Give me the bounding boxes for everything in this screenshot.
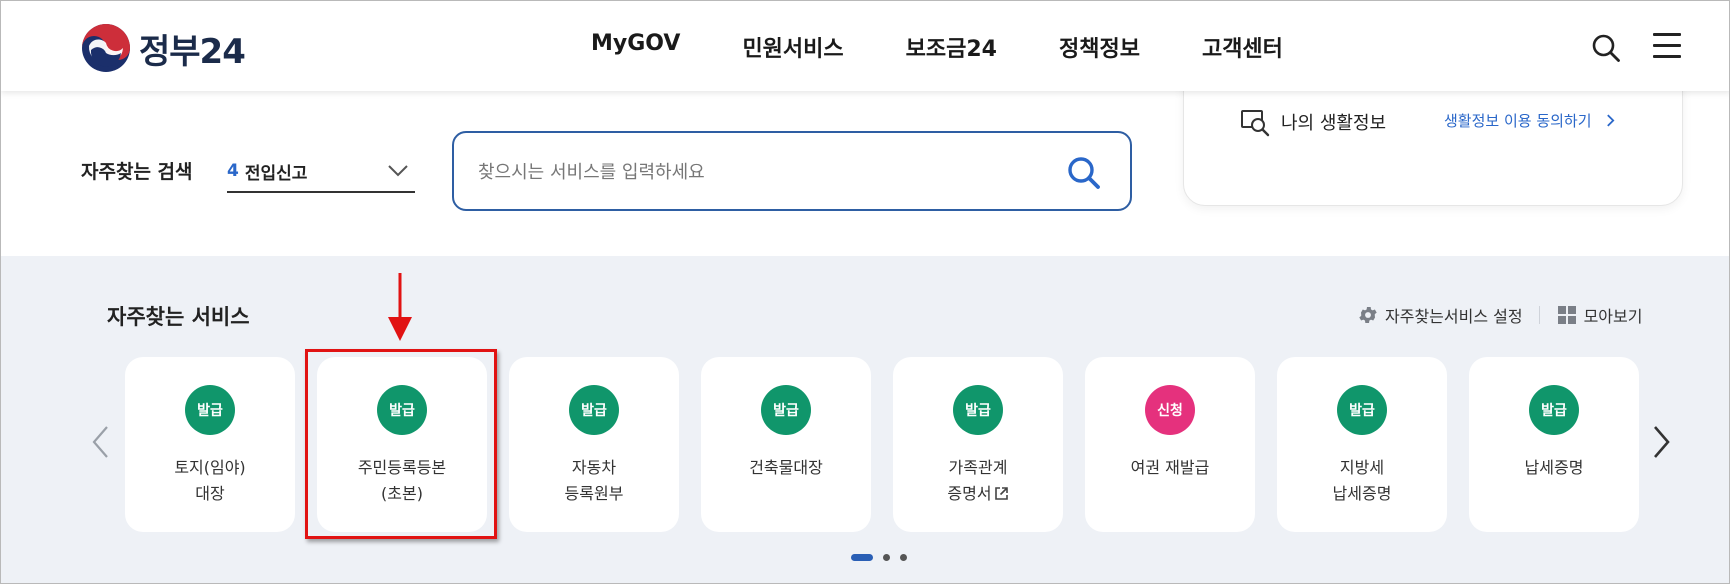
service-card-land-register[interactable]: 발급 토지(임야) 대장 (125, 357, 295, 532)
issue-badge: 발급 (1337, 385, 1387, 435)
hamburger-menu-icon[interactable] (1653, 33, 1681, 61)
service-card-vehicle-register[interactable]: 발급 자동차 등록원부 (509, 357, 679, 532)
issue-badge: 발급 (185, 385, 235, 435)
nav-policy-info[interactable]: 정책정보 (1059, 31, 1140, 63)
service-card-local-tax-certificate[interactable]: 발급 지방세 납세증명 (1277, 357, 1447, 532)
life-info-consent-label: 생활정보 이용 동의하기 (1444, 112, 1592, 130)
service-search-input[interactable] (478, 155, 1038, 189)
chevron-down-icon (388, 165, 408, 177)
service-name: 자동차 등록원부 (564, 458, 624, 503)
red-highlight-box (305, 349, 497, 539)
carousel-dot-3[interactable] (900, 554, 907, 561)
favorite-search-label: 자주찾는 검색 (81, 161, 193, 183)
issue-badge: 발급 (569, 385, 619, 435)
search-submit-icon[interactable] (1066, 155, 1102, 191)
view-all-button[interactable]: 모아보기 (1556, 303, 1643, 327)
service-name: 건축물대장 (749, 458, 823, 477)
service-name: 토지(임야) 대장 (174, 458, 246, 503)
main-nav: MyGOV 민원서비스 보조금24 정책정보 고객센터 (591, 31, 1283, 63)
service-card-tax-certificate[interactable]: 발급 납세증명 (1469, 357, 1639, 532)
service-search-box (452, 131, 1132, 211)
services-tools: 자주찾는서비스 설정 모아보기 (1357, 303, 1642, 327)
service-card-building-register[interactable]: 발급 건축물대장 (701, 357, 871, 532)
life-info-consent-link[interactable]: 생활정보 이용 동의하기 (1444, 110, 1615, 131)
gear-icon (1359, 307, 1377, 323)
page-frame: 정부24 MyGOV 민원서비스 보조금24 정책정보 고객센터 나의 생활정보… (0, 0, 1730, 584)
grid-icon (1557, 306, 1576, 324)
carousel-dot-2[interactable] (883, 554, 890, 561)
site-logo[interactable]: 정부24 (81, 23, 246, 73)
favorite-search-dropdown[interactable]: 4 전입신고 (227, 151, 415, 193)
nav-mygov[interactable]: MyGOV (591, 31, 680, 63)
monitor-search-icon (1241, 110, 1270, 137)
carousel-next-arrow-icon[interactable] (1649, 424, 1673, 460)
site-header: 정부24 MyGOV 민원서비스 보조금24 정책정보 고객센터 (1, 1, 1729, 91)
nav-subsidy[interactable]: 보조금24 (906, 31, 997, 63)
red-annotation-arrow (388, 273, 412, 341)
issue-badge: 발급 (1529, 385, 1579, 435)
nav-civil-service[interactable]: 민원서비스 (742, 31, 843, 63)
logo-text: 정부24 (139, 31, 246, 72)
nav-customer-center[interactable]: 고객센터 (1202, 31, 1283, 63)
service-name: 가족관계 증명서 (947, 458, 1008, 503)
apply-badge: 신청 (1145, 385, 1195, 435)
taegeuk-logo-icon (82, 24, 130, 72)
service-card-family-certificate[interactable]: 발급 가족관계 증명서 (893, 357, 1063, 532)
services-settings-label: 자주찾는서비스 설정 (1385, 307, 1523, 326)
search-icon[interactable] (1591, 33, 1621, 63)
favorite-keyword: 전입신고 (244, 163, 308, 184)
issue-badge: 발급 (953, 385, 1003, 435)
service-name: 납세증명 (1524, 458, 1584, 477)
external-link-icon (994, 487, 1008, 500)
issue-badge: 발급 (761, 385, 811, 435)
frequent-services-section: 자주찾는 서비스 자주찾는서비스 설정 모아보기 발급 토지(임야) 대장 발급… (1, 256, 1729, 583)
carousel-pagination (851, 554, 907, 561)
services-settings-button[interactable]: 자주찾는서비스 설정 (1357, 303, 1523, 327)
service-name: 여권 재발급 (1130, 458, 1210, 477)
favorite-rank: 4 (227, 161, 239, 181)
frequent-services-title: 자주찾는 서비스 (107, 305, 250, 329)
tools-divider (1538, 306, 1540, 324)
service-name: 지방세 납세증명 (1332, 458, 1392, 503)
chevron-right-icon (1607, 114, 1615, 127)
service-card-passport-reissue[interactable]: 신청 여권 재발급 (1085, 357, 1255, 532)
carousel-prev-arrow-icon[interactable] (89, 424, 113, 460)
view-all-label: 모아보기 (1583, 307, 1643, 326)
life-info-title: 나의 생활정보 (1281, 113, 1387, 134)
carousel-dot-1[interactable] (851, 554, 873, 561)
